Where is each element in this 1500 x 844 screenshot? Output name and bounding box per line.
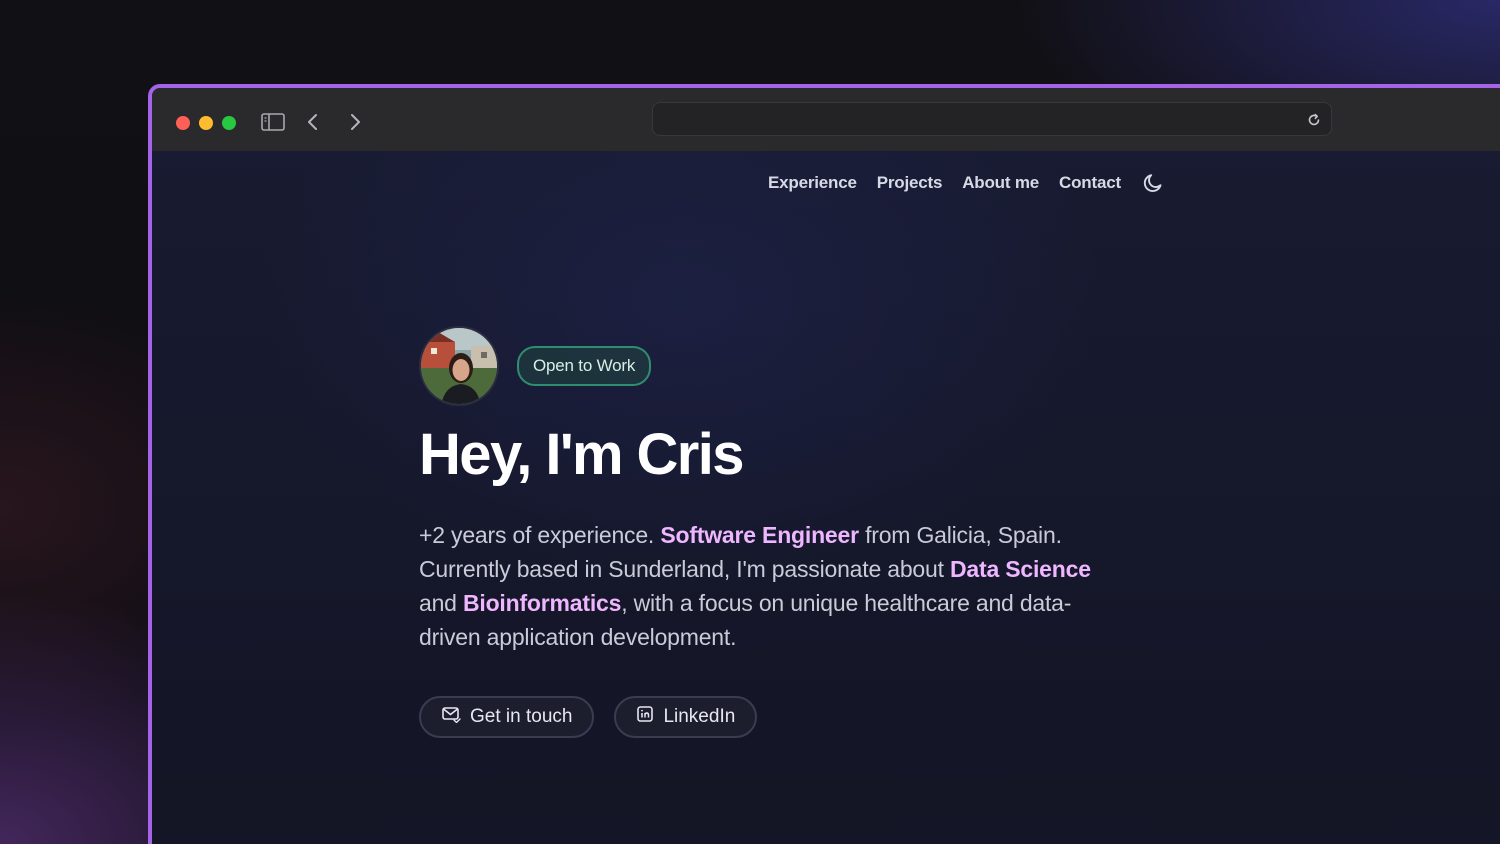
avatar — [419, 326, 499, 406]
reload-icon[interactable] — [1303, 109, 1325, 131]
linkedin-button[interactable]: LinkedIn — [614, 696, 758, 738]
bio-text-3: and — [419, 590, 463, 616]
moon-icon[interactable] — [1141, 171, 1165, 195]
linkedin-label: LinkedIn — [663, 706, 736, 727]
nav-link-experience[interactable]: Experience — [768, 173, 857, 193]
sidebar-icon[interactable] — [259, 108, 287, 136]
maximize-window-button[interactable] — [222, 116, 236, 130]
chevron-left-icon[interactable] — [299, 108, 327, 136]
status-badge: Open to Work — [517, 346, 652, 386]
chevron-right-icon[interactable] — [341, 108, 369, 136]
top-navigation: Experience Projects About me Contact — [768, 171, 1165, 195]
bio-text-1: +2 years of experience. — [419, 522, 661, 548]
bio-highlight-bioinformatics: Bioinformatics — [462, 590, 622, 616]
hero-title: Hey, I'm Cris — [419, 422, 745, 487]
browser-window: Experience Projects About me Contact Ope… — [148, 84, 1500, 844]
get-in-touch-label: Get in touch — [470, 706, 573, 727]
portfolio-page: Experience Projects About me Contact Ope… — [152, 151, 1500, 844]
close-window-button[interactable] — [176, 116, 190, 130]
hero-section: Open to Work Hey, I'm Cris +2 years of e… — [419, 326, 1119, 738]
nav-link-projects[interactable]: Projects — [877, 173, 943, 193]
bio-highlight-software-engineer: Software Engineer — [660, 522, 859, 548]
hero-bio: +2 years of experience. Software Enginee… — [419, 518, 1099, 654]
mail-icon — [441, 705, 461, 729]
nav-link-contact[interactable]: Contact — [1059, 173, 1121, 193]
hero-header: Open to Work — [419, 326, 1119, 406]
bio-highlight-data-science: Data Science — [950, 556, 1091, 582]
nav-link-about-me[interactable]: About me — [962, 173, 1039, 193]
browser-titlebar — [152, 88, 1500, 151]
address-bar[interactable] — [652, 102, 1332, 136]
hero-actions: Get in touch LinkedIn — [419, 696, 1119, 738]
minimize-window-button[interactable] — [199, 116, 213, 130]
linkedin-icon — [636, 705, 654, 729]
get-in-touch-button[interactable]: Get in touch — [419, 696, 595, 738]
